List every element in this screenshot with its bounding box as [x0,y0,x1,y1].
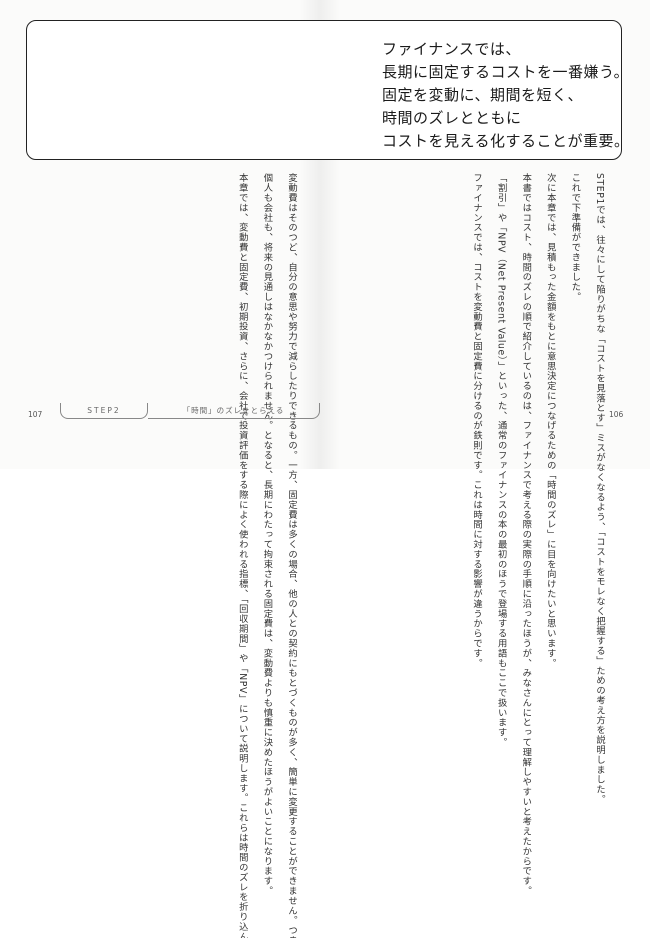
summary-line: 長期に固定するコストを一番嫌う。 [382,63,630,81]
summary-text: ファイナンスでは、 長期に固定するコストを一番嫌う。 固定を変動に、期間を短く、… [382,38,630,153]
body-paragraph: 本章では、変動費と固定費、初期投資、さらに、会社で投資評価をする際によく使われる… [236,173,248,938]
right-page-body: STEP1では、往々にして陥りがちな「コストを見落とす」ミスがなくなるよう、「コ… [469,173,605,896]
body-paragraph: 本書ではコスト、時間のズレの順で紹介しているのは、ファイナンスで考える際の実際の… [520,173,532,896]
summary-line: ファイナンスでは、 [382,40,521,58]
left-page-body: 変動費はそのつど、自分の意思や努力で減らしたりできるもの。一方、固定費は多くの場… [235,173,297,938]
body-paragraph: 個人も会社も、将来の見通しはなかなかつけられません。となると、長期にわたって拘束… [261,173,273,896]
body-paragraph: ファイナンスでは、コストを変動費と固定費に分けるのが鉄則です。これは時間に対する… [471,173,483,668]
book-spread: ファイナンスでは、 長期に固定するコストを一番嫌う。 固定を変動に、期間を短く、… [0,0,650,938]
body-paragraph: これで下準備ができました。 [569,173,581,302]
summary-line: 固定を変動に、期間を短く、 [382,86,584,104]
step-label: STEP2 [60,403,148,419]
body-paragraph: 次に本章では、見積もった金額をもとに意思決定につなげるための「時間のズレ」に目を… [544,173,556,668]
body-paragraph: STEP1では、往々にして陥りがちな「コストを見落とす」ミスがなくなるよう、「コ… [594,173,605,805]
body-paragraph: 変動費はそのつど、自分の意思や努力で減らしたりできるもの。一方、固定費は多くの場… [286,173,297,938]
summary-line: コストを見える化することが重要。 [382,132,630,150]
page-number-left: 107 [28,410,43,419]
body-paragraph: 「割引」や「NPV（Net Present Value）」といった、通常のファイ… [495,173,507,748]
chapter-title: 「時間」のズレをとらえる [148,403,320,419]
page-number-right: 106 [609,410,624,419]
summary-line: 時間のズレとともに [382,109,522,127]
